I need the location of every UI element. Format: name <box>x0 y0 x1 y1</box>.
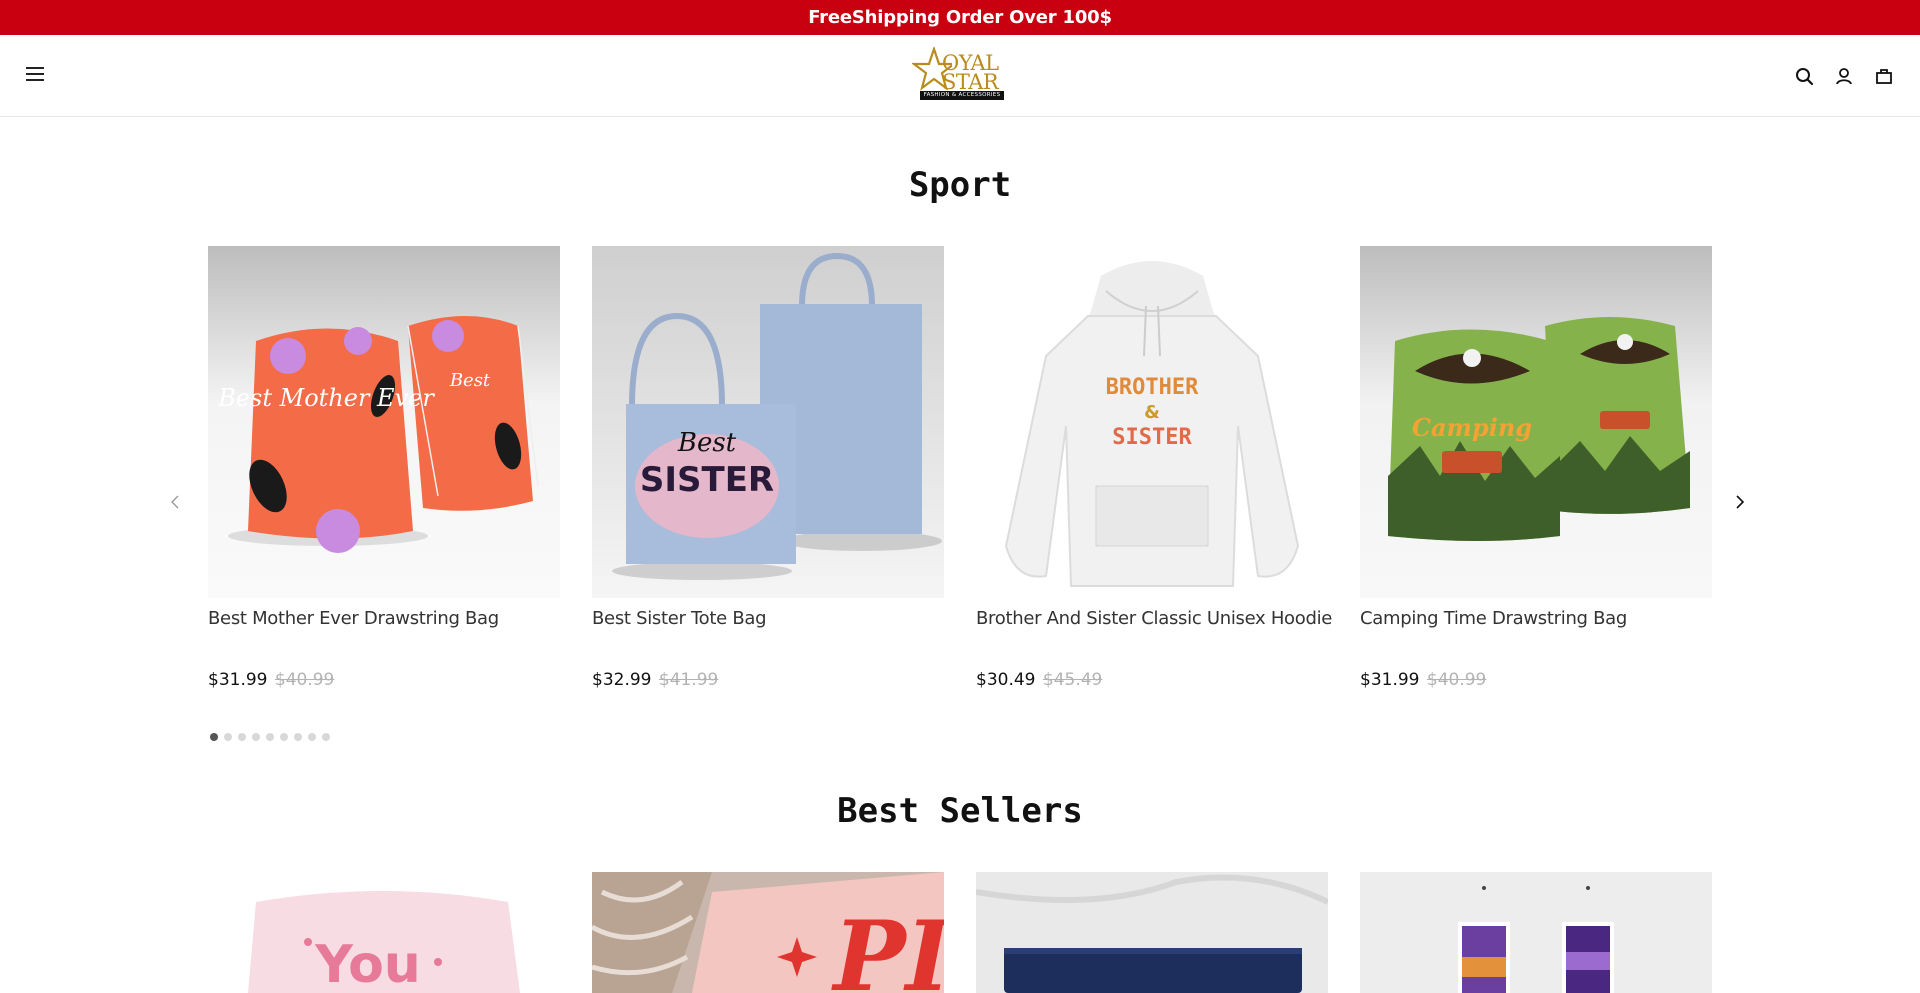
tote-print-sister: SISTER <box>640 460 774 500</box>
product-price: $31.99 <box>208 670 268 690</box>
cart-icon[interactable] <box>1873 65 1895 87</box>
product-image[interactable]: Best SISTER <box>592 246 944 598</box>
pagination-dot[interactable] <box>210 733 218 741</box>
product-title[interactable]: Brother And Sister Classic Unisex Hoodie <box>976 608 1332 629</box>
announcement-bar: FreeShipping Order Over 100$ <box>0 0 1920 35</box>
product-card[interactable]: BROTHER & SISTER Brother And Sister Clas… <box>976 246 1332 690</box>
logo[interactable]: OYAL STAR FASHION & ACCESSORIES <box>912 47 1004 105</box>
section-title-best-sellers: Best Sellers <box>837 791 1083 831</box>
pillow-print-pi: PI <box>830 900 944 993</box>
product-price: $31.99 <box>1360 670 1420 690</box>
product-prices: $31.99 $40.99 <box>1360 670 1486 690</box>
menu-icon[interactable] <box>26 67 44 81</box>
product-card[interactable]: Best Mother Ever Best Best Mother Ever D… <box>208 246 560 690</box>
pagination-dot[interactable] <box>280 733 288 741</box>
product-title[interactable]: Best Mother Ever Drawstring Bag <box>208 608 499 629</box>
product-card[interactable] <box>976 872 1328 993</box>
product-image[interactable] <box>976 872 1328 993</box>
logo-brand-line2: STAR <box>942 70 999 94</box>
logo-tagline: FASHION & ACCESSORIES <box>920 91 1004 100</box>
product-card[interactable]: Best SISTER Best Sister Tote Bag $32.99 … <box>592 246 944 690</box>
product-card[interactable]: PI <box>592 872 944 993</box>
carousel-next-arrow[interactable] <box>1727 490 1751 514</box>
product-image[interactable]: PI <box>592 872 944 993</box>
hoodie-print-brother: BROTHER <box>1106 375 1199 400</box>
pagination-dot[interactable] <box>294 733 302 741</box>
pillow-print-you: You <box>314 935 421 993</box>
product-compare-price: $40.99 <box>1426 670 1487 690</box>
section-title-sport: Sport <box>908 165 1012 205</box>
account-icon[interactable] <box>1833 65 1855 87</box>
product-compare-price: $41.99 <box>658 670 719 690</box>
product-image[interactable]: Camping <box>1360 246 1712 598</box>
pagination-dot[interactable] <box>238 733 246 741</box>
announcement-text: FreeShipping Order Over 100$ <box>808 7 1112 28</box>
product-title[interactable]: Camping Time Drawstring Bag <box>1360 608 1627 629</box>
product-compare-price: $45.49 <box>1042 670 1103 690</box>
product-price: $30.49 <box>976 670 1036 690</box>
product-image[interactable]: BROTHER & SISTER <box>976 246 1328 598</box>
svg-text:Best: Best <box>449 370 491 391</box>
bag-print-text: Best Mother Ever <box>217 384 435 412</box>
product-image[interactable] <box>1360 872 1712 993</box>
pagination-dot[interactable] <box>266 733 274 741</box>
product-image[interactable]: You <box>208 872 560 993</box>
product-card[interactable] <box>1360 872 1712 993</box>
hoodie-print-amp: & <box>1144 402 1160 423</box>
product-price: $32.99 <box>592 670 652 690</box>
search-icon[interactable] <box>1793 65 1815 87</box>
product-prices: $30.49 $45.49 <box>976 670 1102 690</box>
product-card[interactable]: Camping Camping Time Drawstring Bag $31.… <box>1360 246 1712 690</box>
pagination-dot[interactable] <box>322 733 330 741</box>
site-header: OYAL STAR FASHION & ACCESSORIES <box>0 35 1920 117</box>
product-compare-price: $40.99 <box>274 670 335 690</box>
product-prices: $32.99 $41.99 <box>592 670 718 690</box>
product-image[interactable]: Best Mother Ever Best <box>208 246 560 598</box>
bag-print-camping: Camping <box>1412 413 1532 442</box>
carousel-prev-arrow[interactable] <box>164 490 188 514</box>
carousel-pagination <box>210 733 330 741</box>
product-card[interactable]: You <box>208 872 560 993</box>
tote-print-best: Best <box>677 428 737 458</box>
product-prices: $31.99 $40.99 <box>208 670 334 690</box>
pagination-dot[interactable] <box>224 733 232 741</box>
product-title[interactable]: Best Sister Tote Bag <box>592 608 767 629</box>
hoodie-print-sister: SISTER <box>1112 425 1192 450</box>
pagination-dot[interactable] <box>252 733 260 741</box>
pagination-dot[interactable] <box>308 733 316 741</box>
